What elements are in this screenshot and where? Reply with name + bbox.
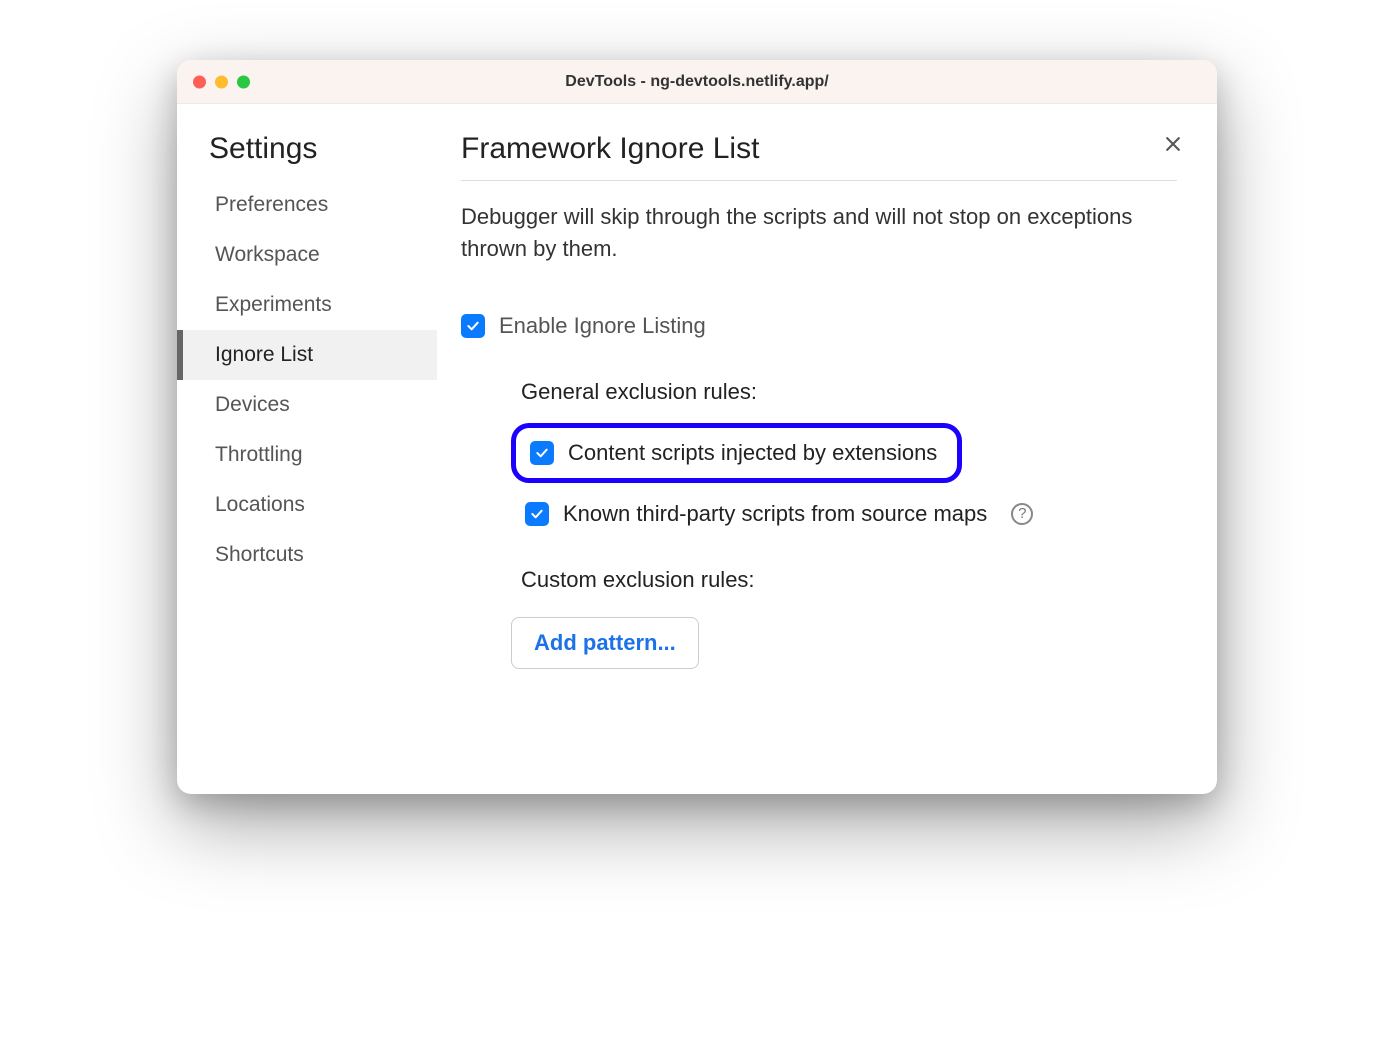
window-maximize-button[interactable] — [237, 75, 250, 88]
third-party-scripts-checkbox[interactable] — [525, 502, 549, 526]
sidebar-item-experiments[interactable]: Experiments — [177, 280, 437, 330]
sidebar-item-shortcuts[interactable]: Shortcuts — [177, 530, 437, 580]
traffic-lights — [193, 75, 250, 88]
settings-body: Settings Preferences Workspace Experimen… — [177, 104, 1217, 794]
sidebar-item-locations[interactable]: Locations — [177, 480, 437, 530]
third-party-scripts-row: Known third-party scripts from source ma… — [525, 501, 1177, 527]
sidebar-item-ignore-list[interactable]: Ignore List — [177, 330, 437, 380]
general-exclusion-heading: General exclusion rules: — [521, 379, 1177, 405]
window-title: DevTools - ng-devtools.netlify.app/ — [177, 73, 1217, 91]
enable-ignore-listing-label: Enable Ignore Listing — [499, 313, 706, 339]
checkmark-icon — [529, 506, 545, 522]
content-scripts-highlight: Content scripts injected by extensions — [511, 423, 962, 483]
devtools-settings-window: DevTools - ng-devtools.netlify.app/ Sett… — [177, 60, 1217, 794]
add-pattern-button[interactable]: Add pattern... — [511, 617, 699, 669]
enable-ignore-listing-row: Enable Ignore Listing — [461, 313, 1177, 339]
checkmark-icon — [534, 445, 550, 461]
help-icon[interactable]: ? — [1011, 503, 1033, 525]
window-titlebar: DevTools - ng-devtools.netlify.app/ — [177, 60, 1217, 104]
settings-content: Framework Ignore List Debugger will skip… — [437, 104, 1217, 794]
sidebar-item-devices[interactable]: Devices — [177, 380, 437, 430]
content-scripts-checkbox[interactable] — [530, 441, 554, 465]
close-icon — [1163, 134, 1183, 154]
sidebar-title: Settings — [177, 132, 437, 180]
third-party-scripts-label: Known third-party scripts from source ma… — [563, 501, 987, 527]
settings-sidebar: Settings Preferences Workspace Experimen… — [177, 104, 437, 794]
page-title: Framework Ignore List — [461, 132, 1177, 181]
window-close-button[interactable] — [193, 75, 206, 88]
sidebar-item-workspace[interactable]: Workspace — [177, 230, 437, 280]
window-minimize-button[interactable] — [215, 75, 228, 88]
content-scripts-label: Content scripts injected by extensions — [568, 440, 937, 466]
custom-exclusion-heading: Custom exclusion rules: — [521, 567, 1177, 593]
checkmark-icon — [465, 318, 481, 334]
enable-ignore-listing-checkbox[interactable] — [461, 314, 485, 338]
sidebar-item-preferences[interactable]: Preferences — [177, 180, 437, 230]
close-settings-button[interactable] — [1159, 130, 1187, 158]
sidebar-item-throttling[interactable]: Throttling — [177, 430, 437, 480]
page-description: Debugger will skip through the scripts a… — [461, 201, 1177, 265]
